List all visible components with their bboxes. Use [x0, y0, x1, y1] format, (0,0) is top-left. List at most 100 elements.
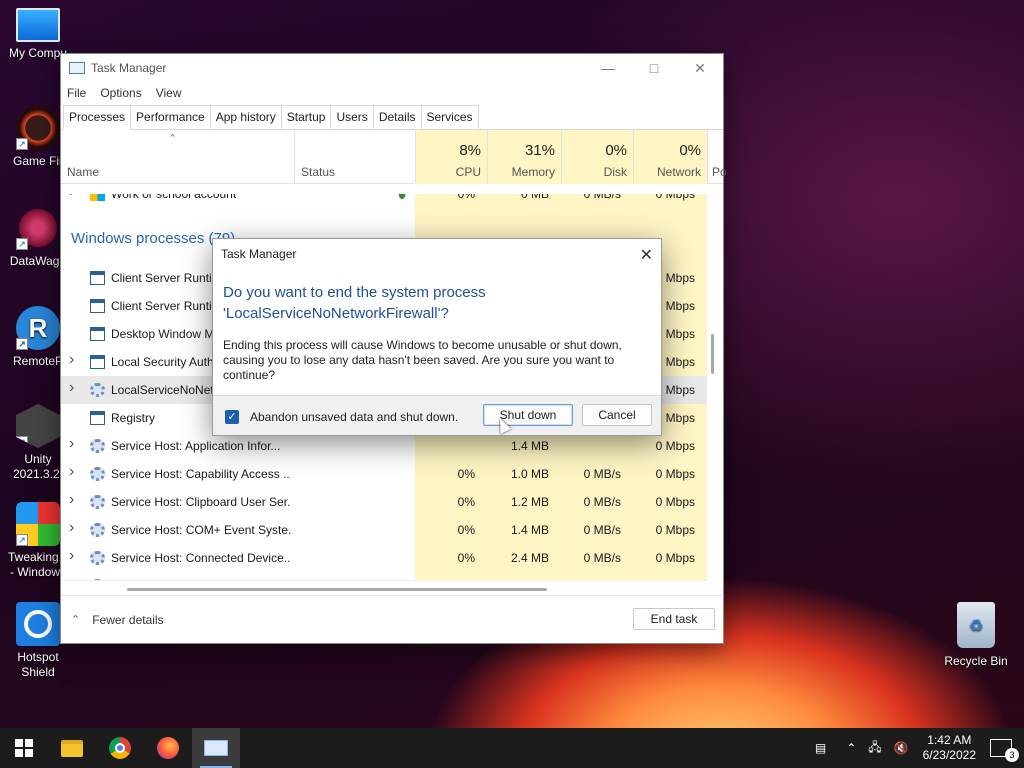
- cell-cpu: 0%: [457, 495, 475, 509]
- tab-startup[interactable]: Startup: [280, 105, 332, 129]
- title-bar[interactable]: Task Manager — □ ✕: [61, 54, 723, 82]
- shortcut-arrow-icon: ↗: [16, 436, 28, 448]
- file-explorer-icon: [61, 739, 83, 757]
- cell-cpu: 0%: [417, 572, 481, 580]
- gear-icon: [90, 523, 105, 537]
- table-row[interactable]: › Work or school account ⬮ 0% 0 MB 0 MB/s 0 Mb…: [61, 194, 707, 208]
- column-network[interactable]: Network: [635, 165, 701, 179]
- tab-performance[interactable]: Performance: [130, 105, 211, 129]
- minimize-icon[interactable]: —: [585, 54, 631, 82]
- system-tray: ▤ ⌃ 🖧 🔇 1:42 AM 6/23/2022 3: [809, 728, 1024, 768]
- column-header: ⌃ Name Status 8% CPU 31% Memory 0% Disk …: [61, 130, 727, 184]
- chevron-right-icon[interactable]: ›: [69, 351, 74, 369]
- notification-center-icon[interactable]: 3: [990, 739, 1019, 762]
- dialog-footer: ✓ Abandon unsaved data and shut down. Sh…: [213, 395, 661, 435]
- table-row[interactable]: › Service Host: Clipboard User Ser... 0% 1.…: [61, 488, 707, 516]
- cell-network: 0 Mbps: [635, 572, 701, 580]
- chevron-right-icon[interactable]: ›: [69, 463, 74, 481]
- chrome-button[interactable]: [96, 728, 144, 768]
- window-icon: [90, 299, 105, 313]
- table-row[interactable]: › Service Host: Capability Access ... 0% 1.…: [61, 460, 707, 488]
- file-explorer-button[interactable]: [48, 728, 96, 768]
- column-memory[interactable]: Memory: [489, 165, 555, 179]
- sort-arrow-icon: ⌃: [168, 133, 178, 145]
- dialog-title: Task Manager: [221, 247, 297, 261]
- process-name: Service Host: Capability Access ...: [111, 467, 291, 481]
- table-row[interactable]: ›Service Host: Connected Devi...0%2.3 MB…: [61, 572, 707, 580]
- chevron-right-icon[interactable]: ›: [69, 547, 74, 565]
- table-row[interactable]: › Service Host: COM+ Event Syste... 0% 1.4 …: [61, 516, 707, 544]
- table-row[interactable]: › Service Host: Application Infor... 1.4 M…: [61, 432, 707, 460]
- task-manager-taskbar-button[interactable]: [192, 728, 240, 768]
- maximize-icon[interactable]: □: [631, 54, 677, 82]
- close-icon[interactable]: ✕: [640, 245, 653, 265]
- process-name: Work or school account: [111, 194, 237, 201]
- firefox-button[interactable]: [144, 728, 192, 768]
- chevron-right-icon[interactable]: ›: [69, 435, 74, 453]
- scrollbar-thumb[interactable]: [127, 588, 547, 591]
- clock[interactable]: 1:42 AM 6/23/2022: [923, 733, 976, 763]
- tab-details[interactable]: Details: [372, 105, 422, 129]
- cell-network: 0 Mbps: [655, 467, 695, 481]
- chevron-right-icon[interactable]: ›: [69, 519, 74, 537]
- table-row[interactable]: › Service Host: Connected Device... 0% 2.4 …: [61, 544, 707, 572]
- cell-cpu: 0%: [457, 194, 475, 201]
- abandon-data-checkbox[interactable]: ✓: [225, 410, 239, 424]
- shortcut-arrow-icon: ↗: [16, 338, 28, 350]
- network-percent: 0%: [679, 142, 701, 159]
- gear-icon: [90, 551, 105, 565]
- datawagon-icon: ↗: [16, 206, 60, 250]
- end-task-button[interactable]: End task: [633, 608, 715, 630]
- checkbox-label[interactable]: Abandon unsaved data and shut down.: [250, 410, 458, 424]
- tab-users[interactable]: Users: [330, 105, 374, 129]
- menu-bar: File Options View: [61, 82, 723, 104]
- tab-app-history[interactable]: App history: [209, 105, 282, 129]
- column-status[interactable]: Status: [301, 165, 335, 179]
- menu-file[interactable]: File: [67, 86, 86, 100]
- column-power[interactable]: Po: [712, 165, 727, 179]
- column-name[interactable]: Name: [67, 165, 99, 179]
- clock-date: 6/23/2022: [922, 748, 976, 762]
- cancel-button[interactable]: Cancel: [582, 404, 652, 426]
- menu-options[interactable]: Options: [100, 86, 141, 100]
- news-icon[interactable]: ▤: [815, 741, 826, 755]
- unity-icon: ↗: [16, 404, 60, 448]
- cell-disk: 0 MB/s: [563, 572, 627, 580]
- tab-services[interactable]: Services: [420, 105, 479, 129]
- process-name: Service Host: Connected Device...: [111, 551, 291, 565]
- chevron-right-icon[interactable]: ›: [69, 194, 74, 201]
- window-icon: [90, 327, 105, 341]
- desktop-icon-recycle-bin[interactable]: ♻ Recycle Bin: [938, 602, 1014, 668]
- horizontal-scrollbar[interactable]: [61, 580, 707, 596]
- column-cpu[interactable]: CPU: [417, 165, 481, 179]
- vertical-scrollbar-thumb[interactable]: [711, 334, 714, 374]
- firefox-icon: [157, 737, 179, 759]
- tab-processes[interactable]: Processes: [63, 105, 132, 130]
- volume-muted-icon[interactable]: 🔇: [894, 741, 909, 755]
- taskbar: ▤ ⌃ 🖧 🔇 1:42 AM 6/23/2022 3: [0, 728, 1024, 768]
- cell-disk: 0 MB/s: [583, 551, 621, 565]
- process-name: Service Host: Clipboard User Ser...: [111, 495, 291, 509]
- microsoft-logo-icon: [90, 194, 105, 201]
- cell-network: 0 Mbps: [655, 439, 695, 453]
- network-icon[interactable]: 🖧: [868, 738, 881, 759]
- gear-icon: [90, 495, 105, 509]
- chevron-up-icon[interactable]: ⌃: [846, 741, 856, 755]
- start-button[interactable]: [0, 728, 48, 768]
- chevron-right-icon[interactable]: ›: [69, 379, 74, 397]
- column-disk[interactable]: Disk: [563, 165, 627, 179]
- window-icon: [90, 271, 105, 285]
- tab-bar: Processes Performance App history Startu…: [61, 104, 723, 130]
- menu-view[interactable]: View: [156, 86, 182, 100]
- fewer-details-button[interactable]: ⌃ Fewer details: [71, 613, 164, 627]
- cell-network: 0 Mbps: [655, 523, 695, 537]
- dialog-title-bar[interactable]: Task Manager: [213, 239, 661, 269]
- cell-disk: 0 MB/s: [583, 467, 621, 481]
- close-icon[interactable]: ✕: [677, 54, 723, 82]
- chevron-right-icon[interactable]: ›: [69, 491, 74, 509]
- process-name: Service Host: Application Infor...: [111, 439, 281, 453]
- gear-icon: [90, 467, 105, 481]
- shortcut-arrow-icon: ↗: [16, 534, 28, 546]
- hotspot-shield-icon: [16, 602, 60, 646]
- section-windows-processes: Windows processes (79): [71, 230, 236, 247]
